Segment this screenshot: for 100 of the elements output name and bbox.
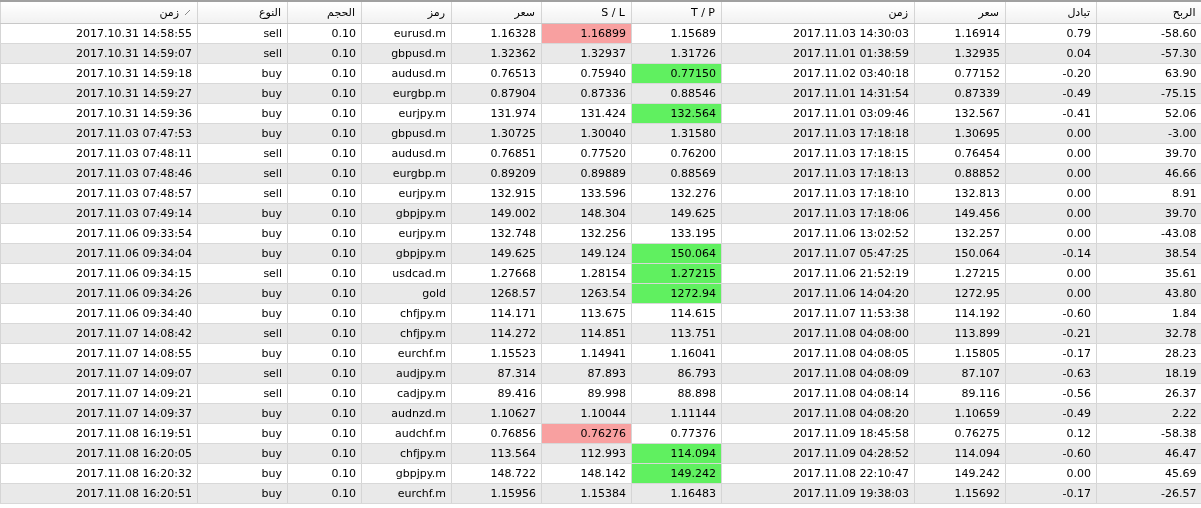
table-cell: 148.142 bbox=[541, 463, 632, 484]
table-cell: gbpusd.m bbox=[361, 123, 452, 144]
table-cell: 132.276 bbox=[631, 183, 722, 204]
table-cell: sell bbox=[197, 143, 288, 164]
table-cell: 150.064 bbox=[631, 243, 722, 264]
table-cell: 132.567 bbox=[914, 103, 1006, 124]
table-cell: 0.10 bbox=[287, 463, 362, 484]
table-cell: 1.30040 bbox=[541, 123, 632, 144]
table-cell: 0.77152 bbox=[914, 63, 1006, 84]
table-cell: 2017.11.01 14:31:54 bbox=[721, 83, 915, 104]
table-cell: 133.195 bbox=[631, 223, 722, 244]
table-cell: 0.10 bbox=[287, 143, 362, 164]
table-cell: 52.06 bbox=[1096, 103, 1201, 124]
table-cell: 2017.11.06 14:04:20 bbox=[721, 283, 915, 304]
table-cell: 0.77520 bbox=[541, 143, 632, 164]
column-header[interactable]: سعر bbox=[451, 2, 542, 24]
table-cell: sell bbox=[197, 43, 288, 64]
column-header[interactable]: T / P bbox=[631, 2, 722, 24]
table-cell: sell bbox=[197, 323, 288, 344]
table-cell: 0.76276 bbox=[541, 423, 632, 444]
column-header[interactable]: زمن bbox=[721, 2, 915, 24]
table-cell: buy bbox=[197, 443, 288, 464]
table-cell: 0.76513 bbox=[451, 63, 542, 84]
table-cell: 114.094 bbox=[631, 443, 722, 464]
table-cell: 2017.11.03 17:18:10 bbox=[721, 183, 915, 204]
table-cell: 1.32937 bbox=[541, 43, 632, 64]
table-cell: 88.898 bbox=[631, 383, 722, 404]
table-cell: -75.15 bbox=[1096, 83, 1201, 104]
table-cell: audchf.m bbox=[361, 423, 452, 444]
table-cell: 0.12 bbox=[1005, 423, 1097, 444]
table-cell: 2017.11.07 14:09:07 bbox=[0, 363, 198, 384]
table-cell: 86.793 bbox=[631, 363, 722, 384]
table-cell: -0.49 bbox=[1005, 83, 1097, 104]
table-cell: 0.10 bbox=[287, 203, 362, 224]
table-cell: 0.10 bbox=[287, 383, 362, 404]
table-cell: 150.064 bbox=[914, 243, 1006, 264]
column-header[interactable]: الحجم bbox=[287, 2, 362, 24]
table-cell: 0.79 bbox=[1005, 23, 1097, 44]
table-cell: 1.30695 bbox=[914, 123, 1006, 144]
table-cell: 149.625 bbox=[631, 203, 722, 224]
column-header[interactable]: S / L bbox=[541, 2, 632, 24]
table-cell: 0.76275 bbox=[914, 423, 1006, 444]
table-cell: eurgbp.m bbox=[361, 163, 452, 184]
table-cell: 114.171 bbox=[451, 303, 542, 324]
table-cell: 0.89889 bbox=[541, 163, 632, 184]
table-cell: 0.10 bbox=[287, 83, 362, 104]
table-cell: 2017.11.06 09:34:26 bbox=[0, 283, 198, 304]
table-cell: buy bbox=[197, 103, 288, 124]
table-cell: 113.564 bbox=[451, 443, 542, 464]
table-cell: 114.615 bbox=[631, 303, 722, 324]
table-cell: buy bbox=[197, 303, 288, 324]
table-cell: 39.70 bbox=[1096, 203, 1201, 224]
table-cell: 0.04 bbox=[1005, 43, 1097, 64]
table-cell: 149.242 bbox=[631, 463, 722, 484]
table-cell: buy bbox=[197, 283, 288, 304]
table-cell: 1.10627 bbox=[451, 403, 542, 424]
table-cell: 1268.57 bbox=[451, 283, 542, 304]
table-cell: 0.00 bbox=[1005, 283, 1097, 304]
table-cell: 1.32935 bbox=[914, 43, 1006, 64]
table-cell: 131.974 bbox=[451, 103, 542, 124]
table-cell: 1.14941 bbox=[541, 343, 632, 364]
table-cell: buy bbox=[197, 243, 288, 264]
table-cell: 0.10 bbox=[287, 103, 362, 124]
table-cell: 1.27215 bbox=[631, 263, 722, 284]
column-header[interactable]: تبادل bbox=[1005, 2, 1097, 24]
table-cell: 1.27668 bbox=[451, 263, 542, 284]
column-header[interactable]: زمن bbox=[0, 2, 198, 24]
table-cell: 2017.11.09 18:45:58 bbox=[721, 423, 915, 444]
table-cell: 0.10 bbox=[287, 283, 362, 304]
column-header[interactable]: سعر bbox=[914, 2, 1006, 24]
table-cell: -3.00 bbox=[1096, 123, 1201, 144]
table-cell: 0.75940 bbox=[541, 63, 632, 84]
table-cell: 2017.11.08 04:08:05 bbox=[721, 343, 915, 364]
table-cell: 0.00 bbox=[1005, 183, 1097, 204]
table-cell: -0.60 bbox=[1005, 443, 1097, 464]
column-header[interactable]: النوع bbox=[197, 2, 288, 24]
table-cell: 0.10 bbox=[287, 343, 362, 364]
table-cell: 89.116 bbox=[914, 383, 1006, 404]
column-header[interactable]: الربح bbox=[1096, 2, 1201, 24]
table-cell: 1.84 bbox=[1096, 303, 1201, 324]
table-cell: 1.15956 bbox=[451, 483, 542, 504]
table-cell: buy bbox=[197, 123, 288, 144]
table-cell: -0.60 bbox=[1005, 303, 1097, 324]
table-cell: 114.851 bbox=[541, 323, 632, 344]
table-cell: eurchf.m bbox=[361, 343, 452, 364]
table-cell: 0.10 bbox=[287, 363, 362, 384]
table-cell: audusd.m bbox=[361, 143, 452, 164]
column-header[interactable]: رمز bbox=[361, 2, 452, 24]
table-cell: 0.89209 bbox=[451, 163, 542, 184]
table-cell: gold bbox=[361, 283, 452, 304]
table-cell: 2017.11.08 22:10:47 bbox=[721, 463, 915, 484]
table-cell: 132.564 bbox=[631, 103, 722, 124]
table-cell: 0.10 bbox=[287, 323, 362, 344]
table-cell: gbpjpy.m bbox=[361, 463, 452, 484]
table-cell: buy bbox=[197, 463, 288, 484]
table-cell: 0.88569 bbox=[631, 163, 722, 184]
table-cell: 18.19 bbox=[1096, 363, 1201, 384]
table-cell: 87.107 bbox=[914, 363, 1006, 384]
table-cell: cadjpy.m bbox=[361, 383, 452, 404]
table-cell: 1.16483 bbox=[631, 483, 722, 504]
